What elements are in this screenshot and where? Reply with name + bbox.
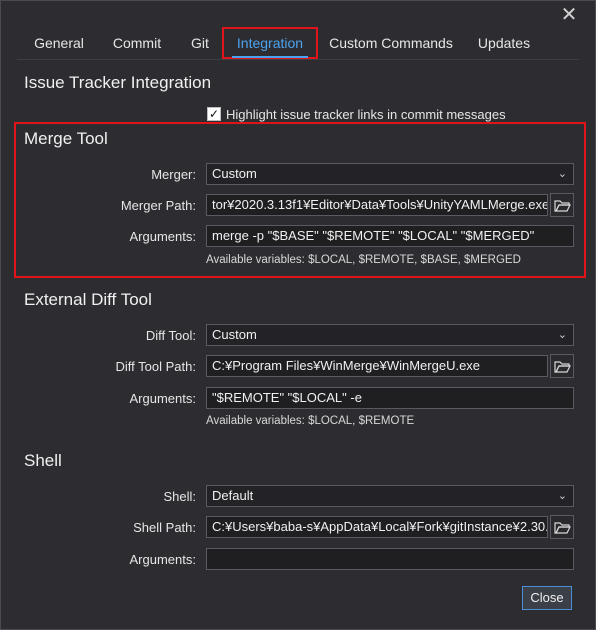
chevron-down-icon: ⌄: [557, 168, 567, 180]
issue-tracker-title: Issue Tracker Integration: [24, 73, 212, 92]
merger-arguments-label: Arguments:: [129, 229, 196, 244]
merger-variables-hint: Available variables: $LOCAL, $REMOTE, $B…: [206, 254, 521, 266]
highlight-links-checkbox[interactable]: ✓: [207, 107, 221, 121]
folder-open-icon: [554, 522, 571, 534]
folder-open-icon: [554, 200, 571, 212]
diff-tool-label: Diff Tool:: [145, 328, 196, 343]
shell-select-value: Default: [212, 488, 254, 503]
highlight-links-label: Highlight issue tracker links in commit …: [226, 107, 506, 122]
merger-select-value: Custom: [212, 166, 257, 181]
tab-general[interactable]: General: [23, 29, 95, 57]
diff-tool-path-browse-button[interactable]: [550, 354, 574, 378]
tab-custom-commands[interactable]: Custom Commands: [327, 29, 455, 57]
chevron-down-icon: ⌄: [557, 490, 567, 502]
shell-path-input[interactable]: C:¥Users¥baba-s¥AppData¥Local¥Fork¥gitIn…: [206, 516, 548, 538]
diff-tool-title: External Diff Tool: [24, 290, 152, 309]
diff-tool-arguments-input[interactable]: "$REMOTE" "$LOCAL" -e: [206, 387, 574, 409]
shell-arguments-label: Arguments:: [129, 552, 196, 567]
diff-tool-path-label: Diff Tool Path:: [115, 359, 196, 374]
diff-tool-arguments-label: Arguments:: [129, 391, 196, 406]
shell-path-browse-button[interactable]: [550, 515, 574, 539]
tab-git[interactable]: Git: [181, 29, 219, 57]
folder-open-icon: [554, 361, 571, 373]
chevron-down-icon: ⌄: [557, 329, 567, 341]
diff-tool-variables-hint: Available variables: $LOCAL, $REMOTE: [206, 415, 415, 427]
merger-path-browse-button[interactable]: [550, 193, 574, 217]
settings-window: ✕ General Commit Git Integration Custom …: [0, 0, 596, 630]
merge-tool-title: Merge Tool: [24, 129, 108, 148]
close-icon[interactable]: ✕: [559, 5, 579, 25]
merger-path-input[interactable]: tor¥2020.3.13f1¥Editor¥Data¥Tools¥UnityY…: [206, 194, 548, 216]
merger-arguments-input[interactable]: merge -p "$BASE" "$REMOTE" "$LOCAL" "$ME…: [206, 225, 574, 247]
merger-select[interactable]: Custom ⌄: [206, 163, 574, 185]
diff-tool-select[interactable]: Custom ⌄: [206, 324, 574, 346]
diff-tool-path-input[interactable]: C:¥Program Files¥WinMerge¥WinMergeU.exe: [206, 355, 548, 377]
shell-title: Shell: [24, 451, 62, 470]
merger-path-label: Merger Path:: [120, 198, 196, 213]
tab-commit[interactable]: Commit: [101, 29, 173, 57]
active-tab-indicator: [232, 56, 308, 58]
tab-divider: [17, 59, 579, 60]
shell-path-label: Shell Path:: [133, 520, 196, 535]
tab-integration-label: Integration: [236, 35, 304, 51]
tab-integration[interactable]: Integration: [222, 27, 318, 59]
close-button[interactable]: Close: [522, 586, 572, 610]
diff-tool-select-value: Custom: [212, 327, 257, 342]
shell-label: Shell:: [163, 489, 196, 504]
merger-label: Merger:: [151, 167, 196, 182]
tab-updates[interactable]: Updates: [469, 29, 539, 57]
shell-select[interactable]: Default ⌄: [206, 485, 574, 507]
shell-arguments-input[interactable]: [206, 548, 574, 570]
